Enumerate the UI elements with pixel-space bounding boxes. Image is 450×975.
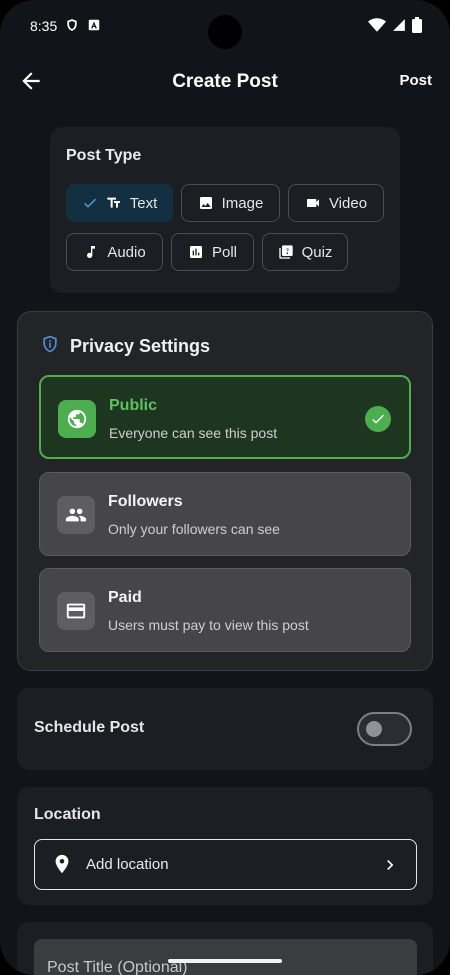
option-subtitle: Users must pay to view this post bbox=[108, 617, 309, 633]
post-type-audio-chip[interactable]: Audio bbox=[66, 233, 163, 271]
toggle-knob bbox=[366, 721, 382, 737]
option-subtitle: Everyone can see this post bbox=[109, 425, 278, 441]
schedule-post-toggle[interactable] bbox=[357, 712, 412, 746]
video-camera-icon bbox=[305, 195, 321, 211]
image-icon bbox=[198, 195, 214, 211]
wifi-icon bbox=[368, 17, 386, 35]
post-type-card: Post Type Text Image Video Audio Poll Qu… bbox=[50, 127, 400, 293]
post-type-poll-chip[interactable]: Poll bbox=[171, 233, 254, 271]
app-bar: Create Post Post bbox=[0, 56, 450, 108]
privacy-settings-card: Privacy Settings Public Everyone can see… bbox=[17, 311, 433, 671]
chevron-right-icon bbox=[380, 855, 400, 880]
chip-label: Quiz bbox=[301, 243, 333, 261]
location-pin-icon bbox=[51, 853, 73, 880]
credit-card-icon bbox=[57, 592, 95, 630]
status-time: 8:35 bbox=[30, 18, 58, 34]
phone-screen: 8:35 Create Post Post Post Type Text Ima… bbox=[0, 0, 450, 975]
chip-label: Video bbox=[328, 194, 368, 212]
camera-cutout bbox=[208, 15, 242, 49]
post-type-text-chip[interactable]: Text bbox=[66, 184, 173, 222]
selected-check-icon bbox=[365, 406, 391, 432]
shield-status-icon bbox=[65, 18, 79, 35]
page-title: Create Post bbox=[172, 71, 278, 92]
privacy-option-followers[interactable]: Followers Only your followers can see bbox=[39, 472, 411, 556]
info-shield-icon bbox=[40, 334, 60, 359]
battery-icon bbox=[412, 16, 422, 36]
notification-a-icon bbox=[87, 18, 101, 35]
cellular-signal-icon bbox=[392, 18, 406, 35]
privacy-option-paid[interactable]: Paid Users must pay to view this post bbox=[39, 568, 411, 652]
quiz-icon bbox=[278, 244, 294, 260]
chip-label: Audio bbox=[107, 243, 146, 261]
post-title-placeholder: Post Title (Optional) bbox=[47, 959, 188, 975]
schedule-post-label: Schedule Post bbox=[34, 719, 145, 736]
privacy-settings-title: Privacy Settings bbox=[70, 336, 211, 356]
post-button[interactable]: Post bbox=[399, 72, 432, 89]
location-card: Location Add location bbox=[17, 787, 433, 905]
people-icon bbox=[57, 496, 95, 534]
poll-icon bbox=[188, 244, 204, 260]
globe-icon bbox=[58, 400, 96, 438]
chip-label: Poll bbox=[211, 243, 237, 261]
post-type-video-chip[interactable]: Video bbox=[288, 184, 384, 222]
post-type-image-chip[interactable]: Image bbox=[181, 184, 280, 222]
privacy-option-public[interactable]: Public Everyone can see this post bbox=[39, 375, 411, 459]
check-icon bbox=[82, 195, 98, 211]
chip-label: Image bbox=[221, 194, 264, 212]
post-title-card: Post Title (Optional) bbox=[17, 922, 433, 975]
option-title: Paid bbox=[108, 589, 142, 606]
option-title: Public bbox=[109, 397, 158, 414]
post-type-quiz-chip[interactable]: Quiz bbox=[262, 233, 348, 271]
option-title: Followers bbox=[108, 493, 183, 510]
text-format-icon bbox=[106, 195, 122, 211]
add-location-text: Add location bbox=[86, 856, 169, 873]
add-location-field[interactable]: Add location bbox=[34, 839, 417, 890]
post-type-heading: Post Type bbox=[66, 147, 142, 164]
schedule-post-card: Schedule Post bbox=[17, 688, 433, 770]
chip-label: Text bbox=[129, 194, 158, 212]
back-arrow-icon[interactable] bbox=[18, 68, 44, 94]
location-label: Location bbox=[34, 806, 101, 823]
home-indicator[interactable] bbox=[168, 959, 282, 963]
music-note-icon bbox=[83, 244, 99, 260]
option-subtitle: Only your followers can see bbox=[108, 521, 280, 537]
post-title-field[interactable]: Post Title (Optional) bbox=[34, 939, 417, 975]
